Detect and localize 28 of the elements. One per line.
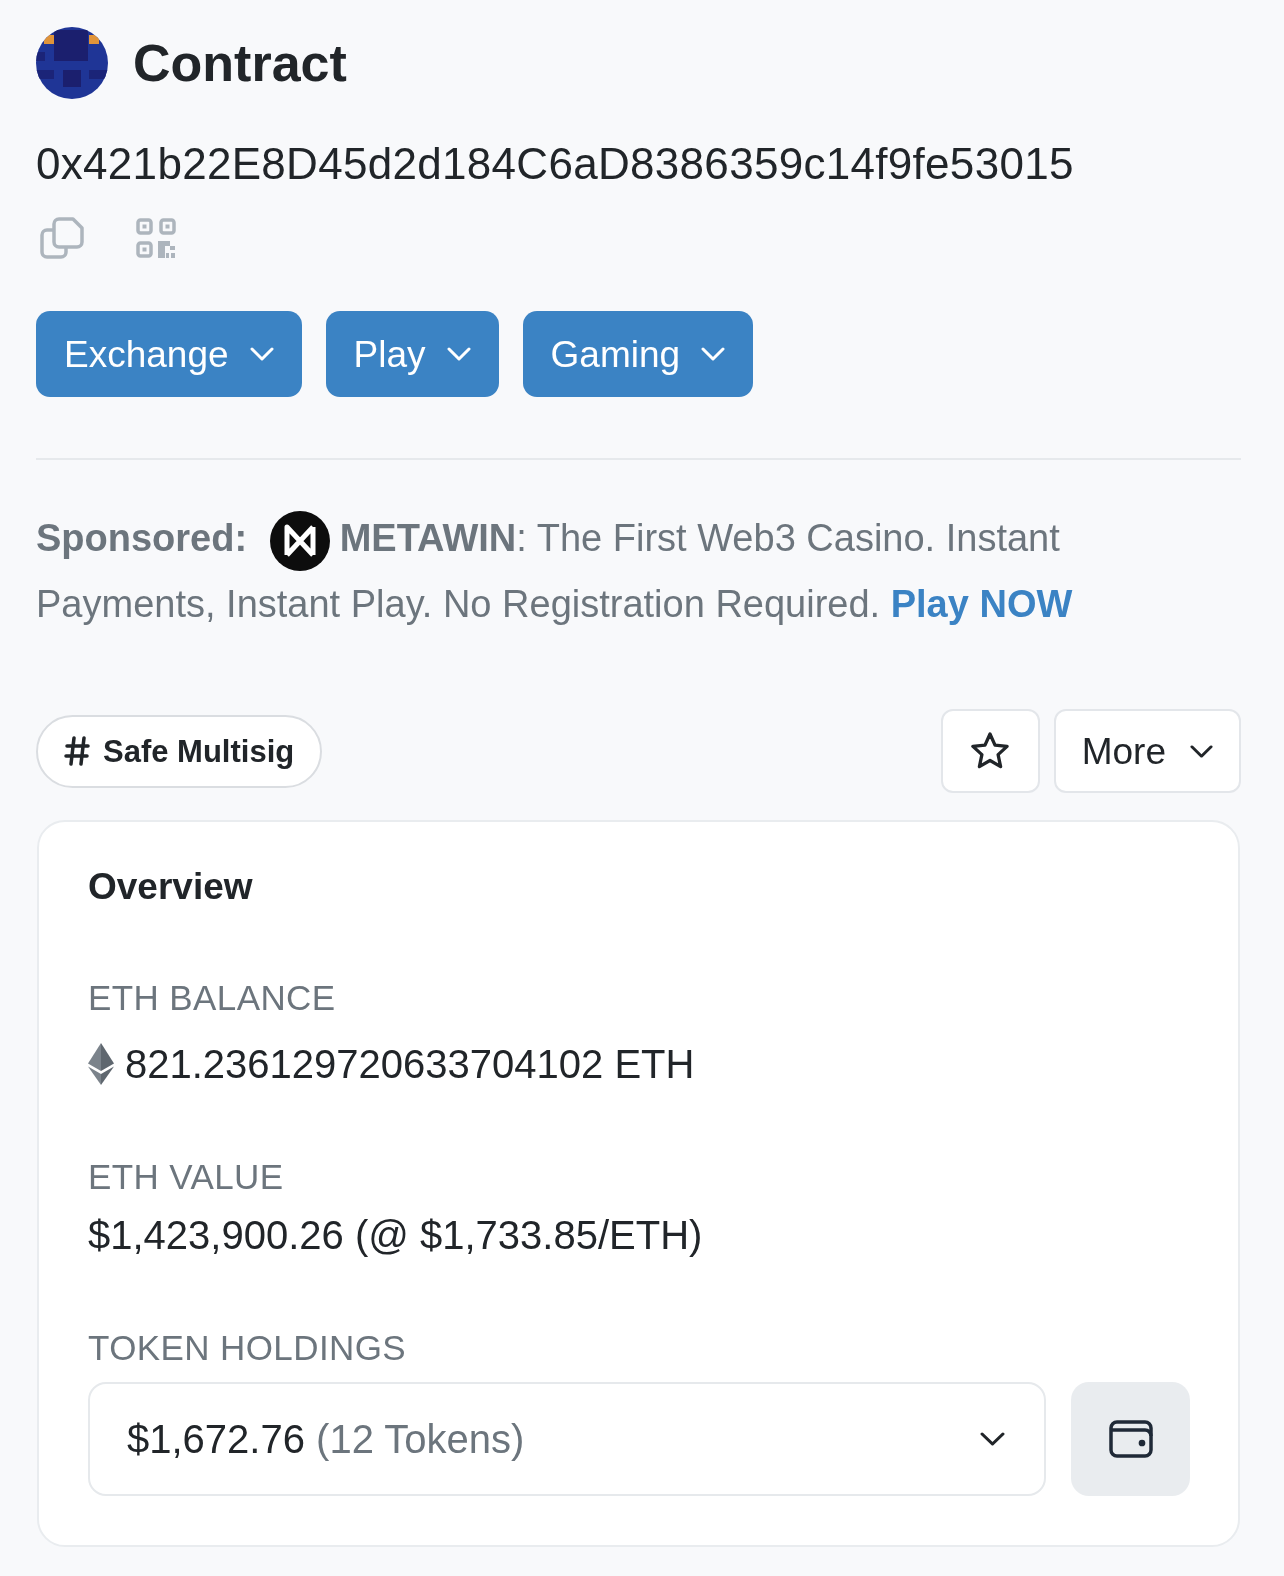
category-dropdown-button[interactable]: Gaming — [522, 311, 754, 397]
field-value: 821.236129720633704102 ETH — [125, 1041, 695, 1088]
ethereum-icon — [88, 1043, 114, 1085]
hash-icon — [64, 736, 90, 766]
chevron-down-icon — [249, 347, 274, 361]
wallet-icon — [1108, 1420, 1153, 1458]
category-dropdown-button[interactable]: Exchange — [36, 311, 302, 397]
star-icon — [970, 732, 1011, 770]
card-title: Overview — [88, 865, 254, 909]
more-dropdown-button[interactable]: More — [1053, 709, 1241, 793]
page-title: Contract — [133, 37, 347, 89]
field-label: ETH VALUE — [88, 1156, 285, 1198]
tag-chip[interactable]: Safe Multisig — [36, 714, 323, 788]
sponsor-logo-icon — [269, 510, 330, 571]
token-holdings-dropdown[interactable]: $1,672.76 (12 Tokens) — [88, 1382, 1046, 1496]
sponsored-ad-text: Sponsored: METAWIN: The First Web3 Casino. Instant Payments, Instant Play. No Registration Required. Play NOW — [36, 505, 1241, 637]
field-label: ETH BALANCE — [88, 977, 337, 1019]
chevron-down-icon — [1190, 744, 1213, 758]
play-now-link[interactable]: Play NOW — [890, 583, 1073, 625]
wallet-button[interactable] — [1071, 1382, 1190, 1496]
favorite-button[interactable] — [940, 709, 1040, 793]
field-label: TOKEN HOLDINGS — [88, 1327, 408, 1369]
chevron-down-icon — [980, 1432, 1005, 1446]
contract-address: 0x421b22E8D45d2d184C6aD8386359c14f9fe53015 — [36, 139, 1075, 189]
category-dropdown-button[interactable]: Play — [325, 311, 499, 397]
chevron-down-icon — [701, 347, 726, 361]
chevron-down-icon — [446, 347, 471, 361]
field-value: $1,423,900.26 (@ $1,733.85/ETH) — [88, 1212, 704, 1259]
